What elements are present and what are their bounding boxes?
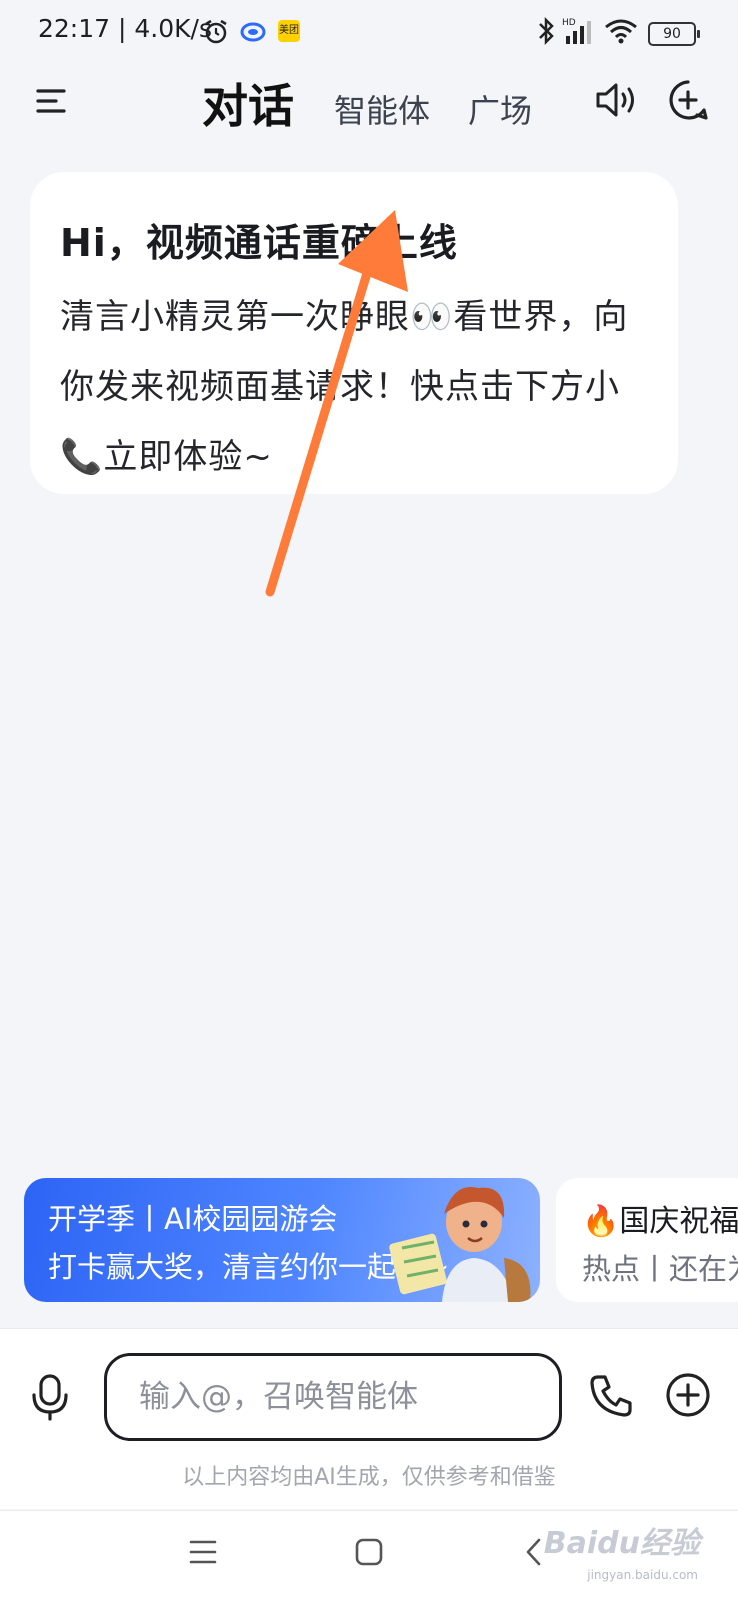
message-body: 清言小精灵第一次睁眼👀看世界，向你发来视频面基请求！快点击下方小📞立即体验~	[60, 297, 629, 477]
new-chat-icon[interactable]	[666, 78, 710, 122]
campus-event-banner[interactable]: 开学季丨AI校园园游会 打卡赢大奖，清言约你一起逛~	[24, 1178, 540, 1302]
message-input-box[interactable]	[104, 1353, 562, 1441]
add-icon[interactable]	[664, 1371, 712, 1419]
app-notification-icon	[240, 22, 266, 42]
meituan-badge-icon: 美团	[278, 20, 300, 42]
wifi-icon	[605, 19, 637, 44]
speaker-icon[interactable]	[594, 78, 640, 122]
message-title: Hi，视频通话重磅上线	[60, 221, 458, 265]
top-header: 对话 智能体 广场	[0, 64, 738, 154]
mascot-illustration-icon	[389, 1187, 531, 1302]
input-area: 以上内容均由AI生成，仅供参考和借鉴	[0, 1328, 738, 1509]
nav-menu-icon[interactable]	[188, 1537, 218, 1567]
welcome-message-card: Hi，视频通话重磅上线 清言小精灵第一次睁眼👀看世界，向你发来视频面基请求！快点…	[30, 172, 678, 494]
alarm-icon	[205, 19, 227, 44]
holiday-banner[interactable]: 🔥国庆祝福 热点丨还在为	[556, 1178, 738, 1302]
banner2-subtitle: 热点丨还在为	[582, 1252, 738, 1286]
tab-agents[interactable]: 智能体	[334, 86, 430, 132]
banner2-title: 🔥国庆祝福	[582, 1204, 738, 1239]
microphone-icon[interactable]	[30, 1373, 70, 1421]
phone-icon[interactable]	[588, 1373, 634, 1419]
ai-disclaimer: 以上内容均由AI生成，仅供参考和借鉴	[182, 1465, 556, 1490]
tab-chat[interactable]: 对话	[202, 70, 294, 136]
baidu-watermark: Baidu经验	[543, 1526, 700, 1561]
status-time: 22:17 | 4.0K/s	[38, 14, 212, 43]
nav-back-icon[interactable]	[522, 1537, 546, 1567]
status-bar: 22:17 | 4.0K/s 美团 HD 90	[0, 0, 738, 64]
banner-title: 开学季丨AI校园园游会	[48, 1202, 338, 1236]
bluetooth-icon	[539, 16, 554, 46]
tab-plaza[interactable]: 广场	[468, 86, 532, 132]
svg-text:HD: HD	[562, 18, 576, 28]
message-input[interactable]	[137, 1368, 541, 1426]
signal-icon: HD	[562, 18, 591, 44]
battery-indicator: 90	[648, 22, 700, 46]
menu-icon[interactable]	[34, 86, 68, 116]
nav-home-icon[interactable]	[354, 1537, 384, 1567]
baidu-watermark-domain: jingyan.baidu.com	[587, 1568, 698, 1582]
